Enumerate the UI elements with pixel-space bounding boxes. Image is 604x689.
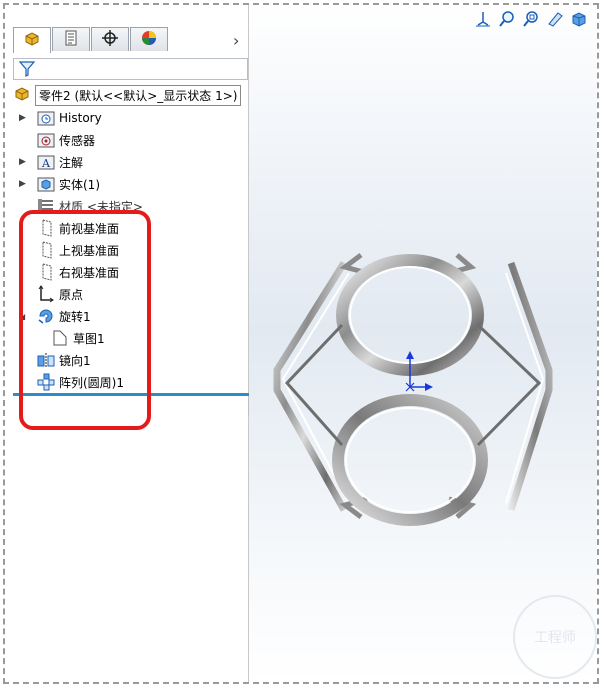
tree-item-material[interactable]: 材质 <未指定> <box>19 196 143 216</box>
tree-item-label: 注解 <box>59 155 84 170</box>
property-manager-icon <box>62 29 80 50</box>
expand-arrow-icon[interactable]: ▶ <box>19 179 29 189</box>
mirror-icon <box>37 351 55 369</box>
appearance-ball-icon <box>140 29 158 50</box>
plane-icon <box>37 263 55 281</box>
tree-item-history[interactable]: ▶ History <box>19 108 102 128</box>
manager-tabs <box>13 27 169 53</box>
filter-icon[interactable] <box>18 60 36 81</box>
tree-item-revolve1[interactable]: ◢ 旋转1 <box>19 306 91 326</box>
tree-item-label: 传感器 <box>59 133 96 148</box>
tabs-scroll-right[interactable]: › <box>233 31 239 50</box>
collapse-arrow-icon[interactable]: ◢ <box>19 312 29 321</box>
tree-item-label: 右视基准面 <box>59 265 120 280</box>
expand-arrow-icon[interactable]: ▶ <box>19 113 29 123</box>
circular-pattern-icon <box>37 373 55 391</box>
annotation-folder-icon: A <box>37 153 55 171</box>
tree-item-label: 前视基准面 <box>59 221 120 236</box>
revolve-icon <box>37 307 55 325</box>
tree-item-circular-pattern1[interactable]: 阵列(圆周)1 <box>19 372 124 392</box>
sketch-icon <box>51 329 69 347</box>
expand-arrow-icon[interactable]: ▶ <box>19 157 29 167</box>
tree-item-label: 草图1 <box>73 331 105 346</box>
plane-icon <box>37 241 55 259</box>
part-model[interactable] <box>249 5 597 682</box>
tree-item-solid-bodies[interactable]: ▶ 实体(1) <box>19 174 100 194</box>
feature-manager-panel: › 零件2 (默认<<默认>_显示状态 1>) ▶ History 传感器 ▶ … <box>5 5 253 682</box>
tree-item-label: 镜向1 <box>59 353 91 368</box>
tree-root-label: 零件2 (默认<<默认>_显示状态 1>) <box>35 84 242 106</box>
material-icon <box>37 197 55 215</box>
tree-item-sensors[interactable]: 传感器 <box>19 130 95 150</box>
tree-item-mirror1[interactable]: 镜向1 <box>19 350 91 370</box>
rollback-bar[interactable] <box>13 393 253 396</box>
crosshair-icon <box>101 29 119 50</box>
tree-item-label: 上视基准面 <box>59 243 120 258</box>
tree-item-label: 旋转1 <box>59 309 91 324</box>
tree-item-label: 材质 <未指定> <box>59 199 143 214</box>
tree-root[interactable]: 零件2 (默认<<默认>_显示状态 1>) <box>13 84 242 106</box>
tree-item-label: 阵列(圆周)1 <box>59 375 124 390</box>
tree-item-front-plane[interactable]: 前视基准面 <box>19 218 119 238</box>
plane-icon <box>37 219 55 237</box>
tree-item-label: 原点 <box>59 287 84 302</box>
filter-field[interactable] <box>13 58 248 80</box>
graphics-area[interactable]: 工程师 <box>249 5 597 682</box>
tree-item-right-plane[interactable]: 右视基准面 <box>19 262 119 282</box>
tree-item-annotations[interactable]: ▶ A 注解 <box>19 152 83 172</box>
svg-text:A: A <box>41 157 51 170</box>
history-folder-icon <box>37 109 55 127</box>
tree-item-label: 实体(1) <box>59 177 100 192</box>
solid-bodies-folder-icon <box>37 175 55 193</box>
part-icon <box>23 30 41 51</box>
tree-item-label: History <box>59 111 102 125</box>
sensor-folder-icon <box>37 131 55 149</box>
tree-item-top-plane[interactable]: 上视基准面 <box>19 240 119 260</box>
display-manager-tab[interactable] <box>130 27 168 51</box>
part-icon <box>13 85 31 106</box>
property-manager-tab[interactable] <box>52 27 90 51</box>
configuration-manager-tab[interactable] <box>91 27 129 51</box>
tree-item-sketch1[interactable]: 草图1 <box>43 328 105 348</box>
tree-item-origin[interactable]: 原点 <box>19 284 83 304</box>
origin-icon <box>37 285 55 303</box>
watermark: 工程师 <box>513 595 597 679</box>
feature-manager-tab[interactable] <box>13 27 51 53</box>
